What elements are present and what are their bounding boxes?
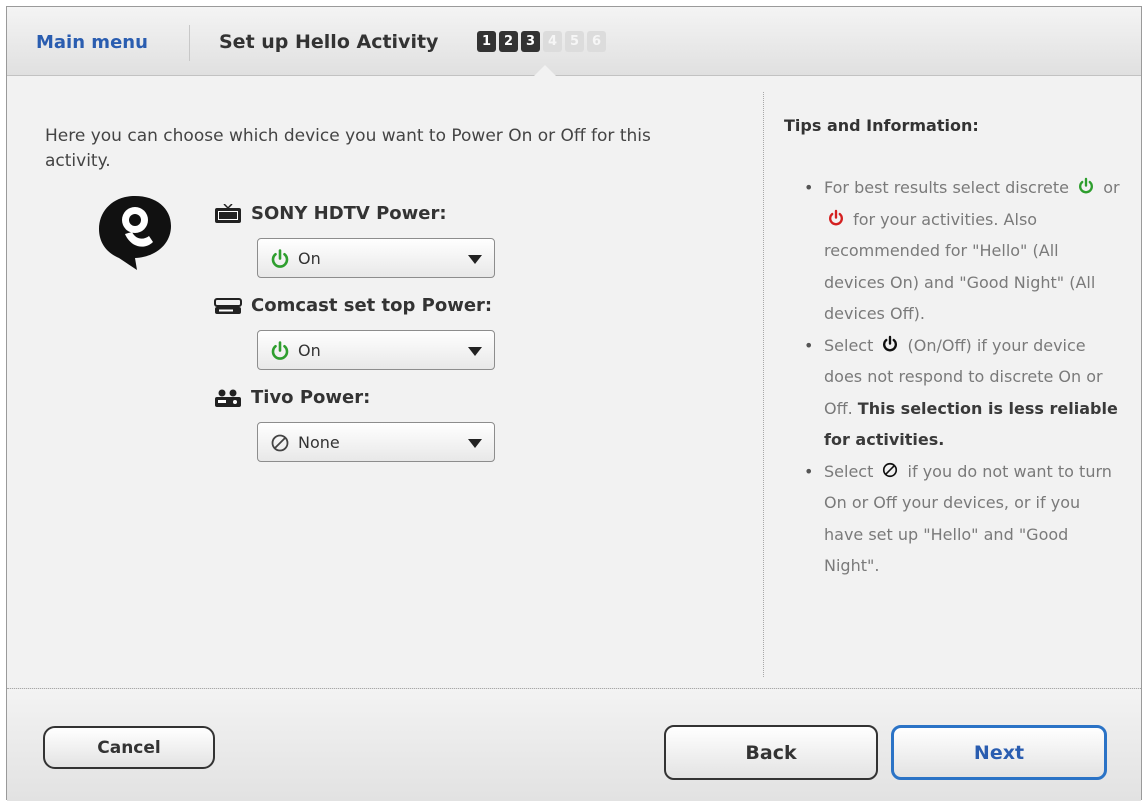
tip-text: for your activities. Also recommended fo…: [824, 209, 1096, 324]
wizard-window: Main menu Set up Hello Activity 1 2 3 4 …: [6, 6, 1142, 801]
tip-text: Select: [824, 461, 874, 481]
step-pointer: [534, 65, 556, 76]
chevron-down-icon: [468, 439, 482, 448]
tip-item: Select (On/Off) if your device does not …: [804, 330, 1124, 456]
main-menu-link[interactable]: Main menu: [36, 32, 148, 53]
harmony-logo-icon: [99, 196, 171, 270]
step-5: 5: [565, 31, 584, 52]
page-title: Set up Hello Activity: [219, 31, 439, 53]
content-area: Here you can choose which device you wan…: [7, 76, 1141, 688]
tv-icon: [215, 203, 241, 223]
tivo-power-select[interactable]: None: [257, 422, 495, 462]
selected-value: None: [298, 433, 340, 452]
sony-hdtv-label: SONY HDTV Power:: [213, 203, 447, 224]
power-off-icon: [829, 209, 843, 225]
back-button[interactable]: Back: [664, 725, 878, 780]
tip-text: For best results select discrete: [824, 178, 1070, 197]
power-on-icon: [1079, 177, 1094, 194]
top-bar: Main menu Set up Hello Activity 1 2 3 4 …: [7, 7, 1141, 76]
step-6: 6: [587, 31, 606, 52]
none-icon: [883, 462, 898, 477]
intro-text: Here you can choose which device you wan…: [45, 126, 651, 171]
next-button[interactable]: Next: [891, 725, 1107, 780]
tip-text: or: [1103, 178, 1120, 197]
device-power-panel: Here you can choose which device you wan…: [7, 76, 763, 688]
step-3: 3: [521, 31, 540, 52]
tip-bold-text: This selection is less reliable for acti…: [824, 398, 1118, 450]
device-label-text: SONY HDTV Power:: [251, 203, 447, 224]
tip-text: Select: [824, 335, 874, 355]
power-toggle-icon: [883, 335, 898, 351]
none-icon: [271, 434, 289, 452]
cancel-button[interactable]: Cancel: [43, 726, 215, 769]
device-label-text: Comcast set top Power:: [251, 295, 493, 316]
comcast-set-top-label: Comcast set top Power:: [213, 295, 492, 316]
chevron-down-icon: [468, 255, 482, 264]
power-on-icon: [271, 249, 289, 268]
tivo-label: Tivo Power:: [213, 387, 370, 408]
step-2: 2: [499, 31, 518, 52]
device-label-text: Tivo Power:: [251, 387, 371, 408]
selected-value: On: [298, 249, 321, 268]
comcast-power-select[interactable]: On: [257, 330, 495, 370]
tips-list: For best results select discrete or for …: [804, 172, 1124, 582]
step-4: 4: [543, 31, 562, 52]
tip-item: For best results select discrete or for …: [804, 172, 1124, 330]
bottom-bar: Cancel Back Next: [7, 688, 1141, 801]
sony-hdtv-power-select[interactable]: On: [257, 238, 495, 278]
tips-title: Tips and Information:: [784, 116, 979, 135]
set-top-box-icon: [214, 297, 242, 314]
step-1: 1: [477, 31, 496, 52]
selected-value: On: [298, 341, 321, 360]
tips-panel: Tips and Information: For best results s…: [764, 76, 1143, 688]
tip-item: Select if you do not want to turn On or …: [804, 456, 1124, 582]
top-bar-divider: [189, 25, 190, 61]
power-on-icon: [271, 341, 289, 360]
step-indicator: 1 2 3 4 5 6: [477, 31, 606, 52]
chevron-down-icon: [468, 347, 482, 356]
tivo-icon: [215, 389, 241, 407]
